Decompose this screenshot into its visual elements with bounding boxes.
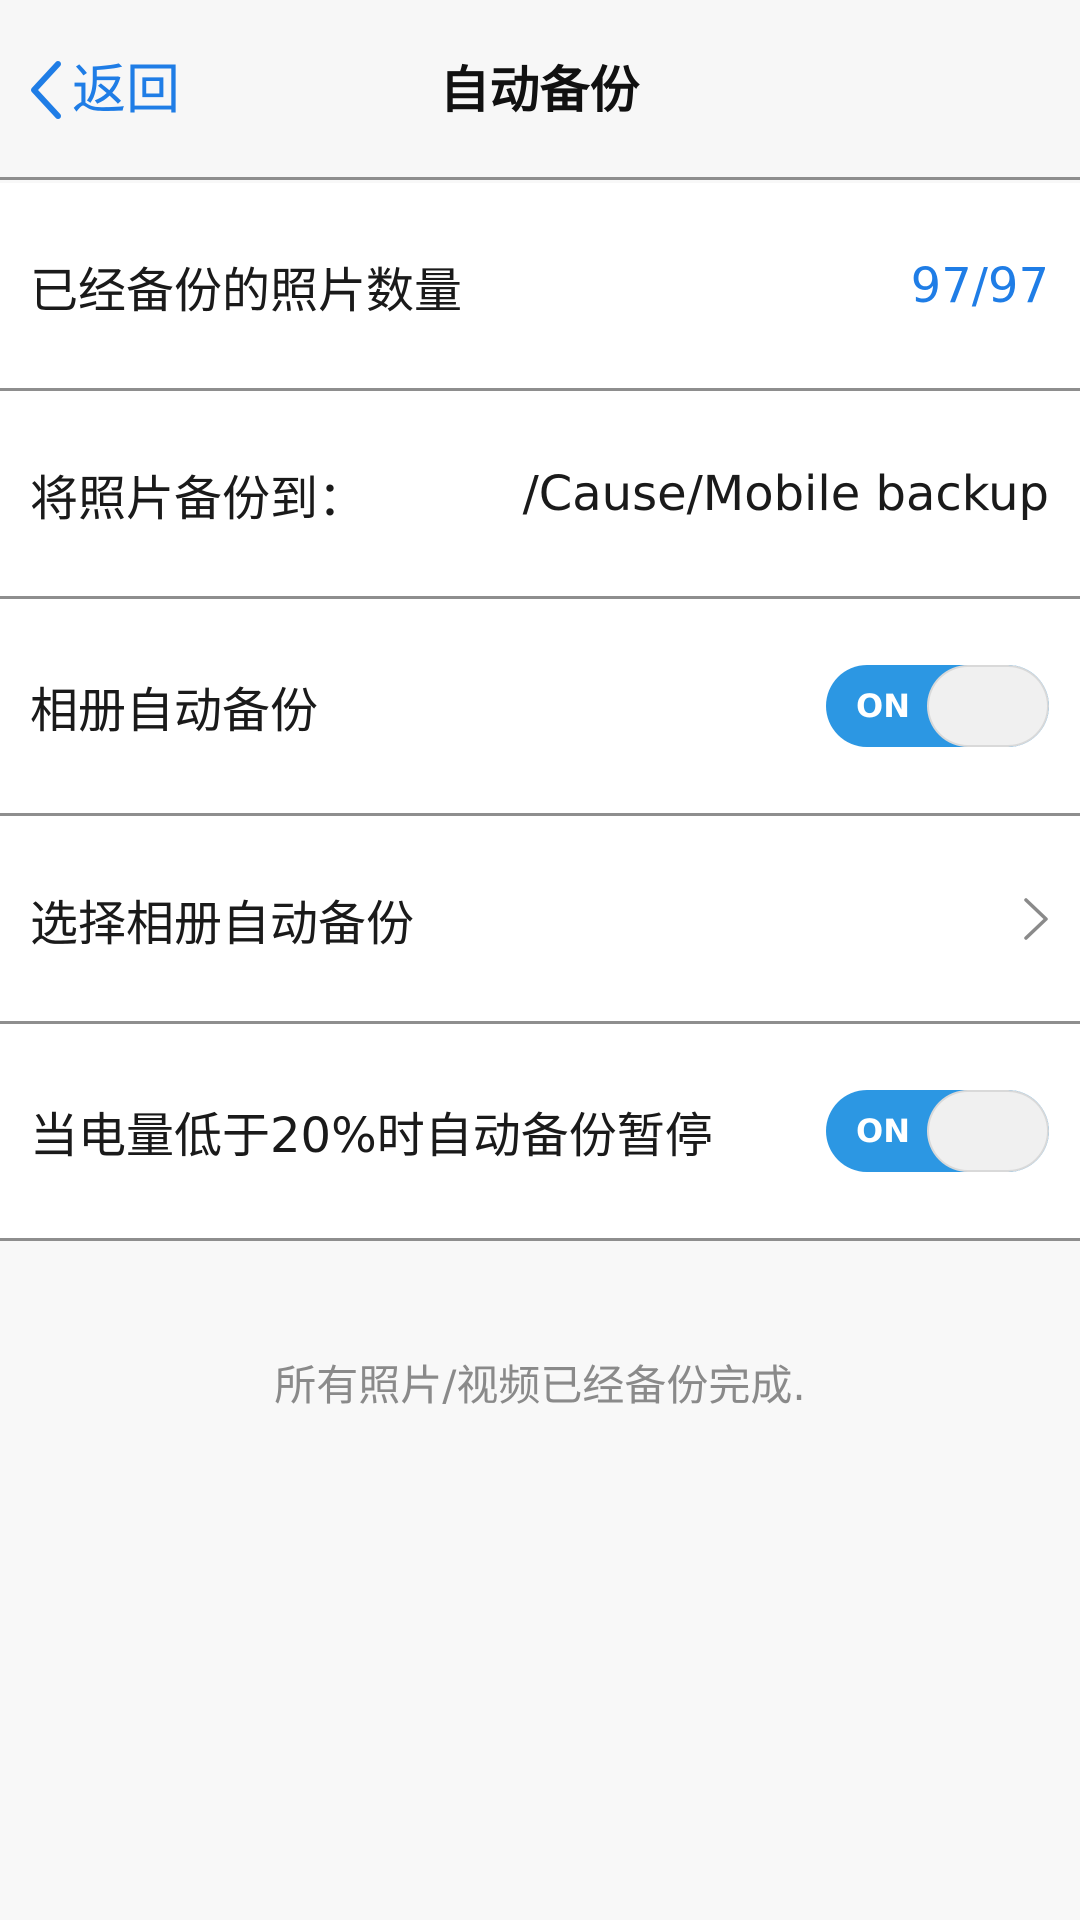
backup-destination-row[interactable]: 将照片备份到： /Cause/Mobile backup bbox=[0, 391, 1080, 599]
backup-destination-value: /Cause/Mobile backup bbox=[522, 465, 1049, 522]
low-battery-pause-toggle[interactable]: ON bbox=[826, 1090, 1049, 1172]
toggle-on-text: ON bbox=[856, 687, 910, 725]
toggle-knob bbox=[927, 1090, 1049, 1172]
toggle-on-text: ON bbox=[856, 1112, 910, 1150]
toggle-knob bbox=[927, 665, 1049, 747]
album-auto-backup-toggle[interactable]: ON bbox=[826, 665, 1049, 747]
select-album-row[interactable]: 选择相册自动备份 bbox=[0, 816, 1080, 1024]
settings-list: 已经备份的照片数量 97/97 将照片备份到： /Cause/Mobile ba… bbox=[0, 183, 1080, 1241]
low-battery-pause-row: 当电量低于20%时自动备份暂停 ON bbox=[0, 1024, 1080, 1241]
nav-bar: 返回 自动备份 bbox=[0, 0, 1080, 180]
album-auto-backup-row: 相册自动备份 ON bbox=[0, 599, 1080, 816]
page-title: 自动备份 bbox=[440, 61, 640, 119]
album-auto-backup-label: 相册自动备份 bbox=[30, 683, 319, 739]
backed-up-count-value: 97/97 bbox=[910, 257, 1049, 314]
backup-complete-note: 所有照片/视频已经备份完成. bbox=[274, 1361, 806, 1410]
backed-up-count-row: 已经备份的照片数量 97/97 bbox=[0, 183, 1080, 391]
backed-up-count-label: 已经备份的照片数量 bbox=[30, 262, 463, 319]
select-album-label: 选择相册自动备份 bbox=[30, 895, 415, 952]
chevron-right-icon bbox=[1024, 897, 1048, 940]
backup-destination-label: 将照片备份到： bbox=[30, 470, 367, 527]
low-battery-pause-label: 当电量低于20%时自动备份暂停 bbox=[30, 1108, 713, 1164]
